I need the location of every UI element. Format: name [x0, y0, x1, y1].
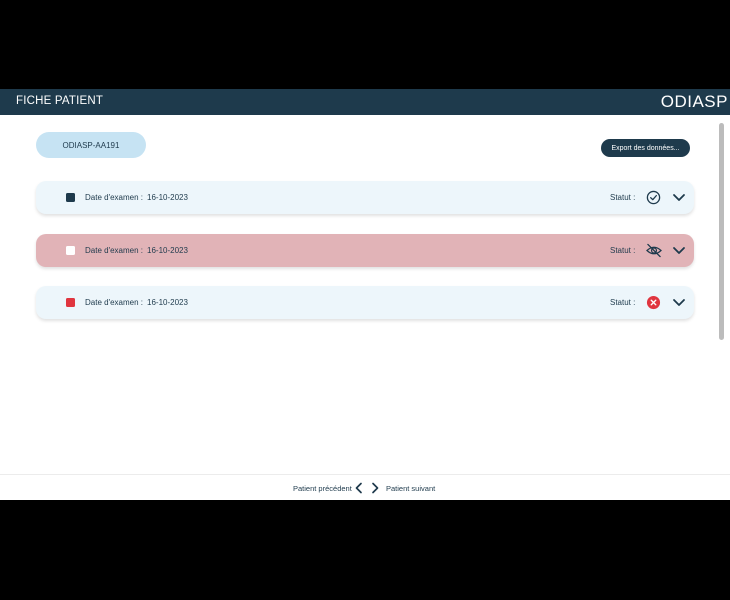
- exam-status-label: Statut :: [610, 298, 636, 307]
- chevron-down-icon[interactable]: [672, 192, 686, 203]
- chevron-left-icon[interactable]: [354, 482, 364, 494]
- app-window: FICHE PATIENT ODIASP ODIASP-AA191 Export…: [0, 89, 730, 500]
- exam-status-label: Statut :: [610, 246, 636, 255]
- previous-patient-label[interactable]: Patient précédent: [293, 484, 352, 493]
- main-content: ODIASP-AA191 Export des données... Date …: [0, 115, 730, 474]
- next-patient-label[interactable]: Patient suivant: [386, 484, 435, 493]
- exam-row[interactable]: Date d'examen : 16-10-2023 Statut :: [36, 181, 694, 214]
- chevron-down-icon[interactable]: [672, 297, 686, 308]
- exam-color-swatch: [66, 246, 75, 255]
- exam-date-value: 16-10-2023: [147, 246, 188, 255]
- exam-date-value: 16-10-2023: [147, 298, 188, 307]
- chevron-right-icon[interactable]: [370, 482, 380, 494]
- exam-row[interactable]: Date d'examen : 16-10-2023 Statut :: [36, 286, 694, 319]
- exam-color-swatch: [66, 298, 75, 307]
- patient-navigation: Patient précédent Patient suivant: [0, 474, 730, 500]
- error-x-circle-icon: [646, 295, 661, 310]
- exam-date-value: 16-10-2023: [147, 193, 188, 202]
- exam-color-swatch: [66, 193, 75, 202]
- patient-id-badge[interactable]: ODIASP-AA191: [36, 132, 146, 158]
- exam-date-label: Date d'examen :: [85, 193, 144, 202]
- chevron-down-icon[interactable]: [672, 245, 686, 256]
- odiasp-logo: ODIASP: [660, 92, 728, 111]
- vertical-scrollbar[interactable]: [719, 123, 724, 340]
- export-data-button[interactable]: Export des données...: [601, 139, 690, 157]
- exam-date-label: Date d'examen :: [85, 298, 144, 307]
- eye-off-icon: [646, 243, 662, 258]
- app-header: FICHE PATIENT ODIASP: [0, 89, 730, 115]
- exam-row[interactable]: Date d'examen : 16-10-2023 Statut :: [36, 234, 694, 267]
- page-title: FICHE PATIENT: [16, 95, 104, 107]
- check-circle-icon: [646, 190, 661, 205]
- exam-date-label: Date d'examen :: [85, 246, 144, 255]
- exam-status-label: Statut :: [610, 193, 636, 202]
